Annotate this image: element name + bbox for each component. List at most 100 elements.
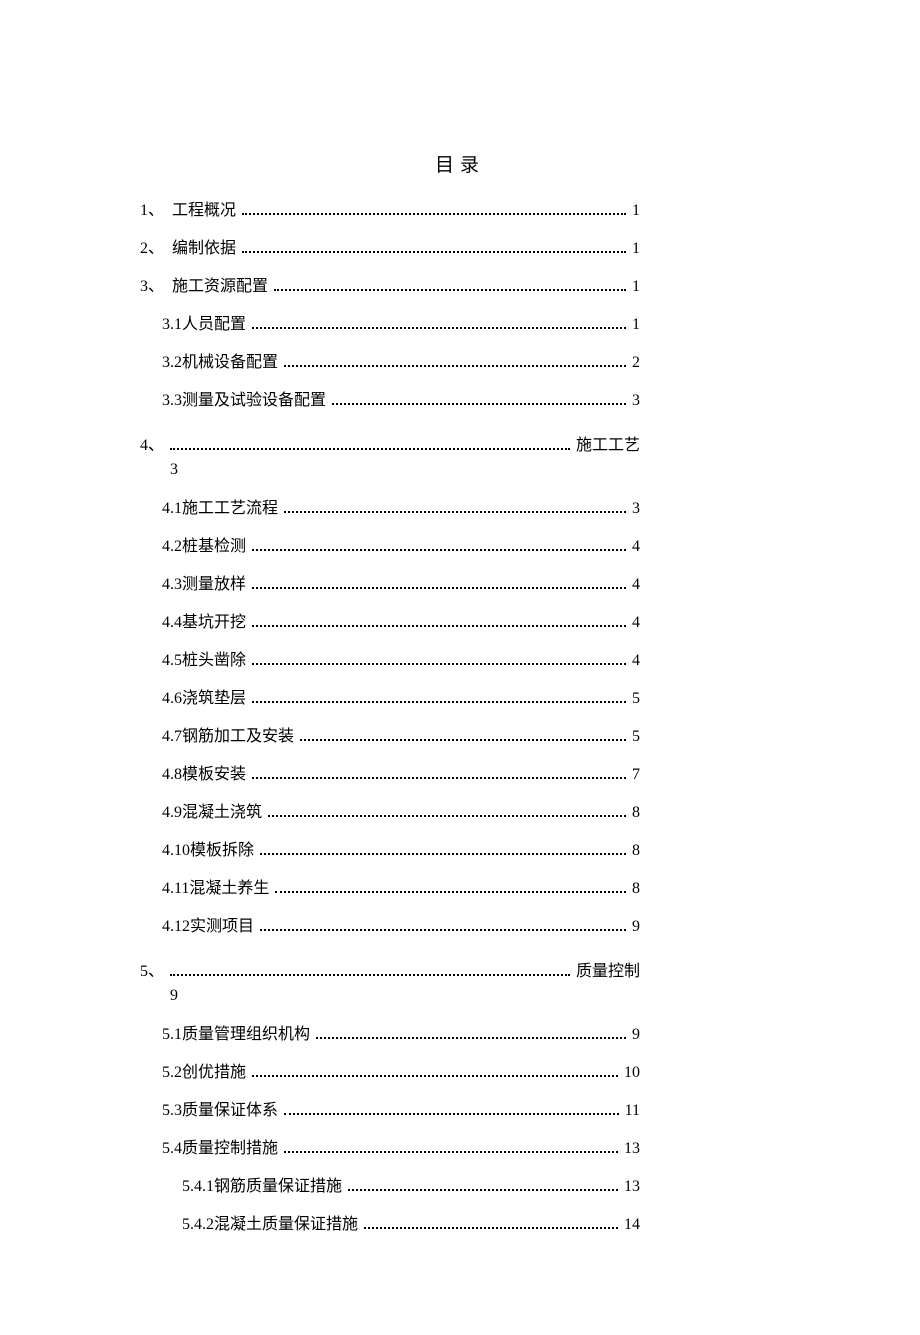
toc-page: 13: [624, 1179, 640, 1195]
toc-leader-dots: [260, 853, 626, 855]
toc-leader-dots: [252, 587, 626, 589]
toc-number: 5、: [140, 957, 164, 981]
toc-entry: 5.4质量控制措施 13: [140, 1141, 640, 1157]
toc-label: 4.9混凝土浇筑: [162, 805, 262, 821]
toc-page: 5: [632, 691, 640, 707]
toc-entry: 3.3测量及试验设备配置 3: [140, 393, 640, 409]
toc-entry: 3.1人员配置 1: [140, 317, 640, 333]
toc-page: 8: [632, 843, 640, 859]
toc-page: 9: [632, 1027, 640, 1043]
toc-page: 8: [632, 805, 640, 821]
toc-label: 3.2机械设备配置: [162, 355, 278, 371]
toc-label: 4.3测量放样: [162, 577, 246, 593]
toc-number: 3、: [140, 279, 168, 295]
toc-label: 5.4.1钢筋质量保证措施: [182, 1179, 342, 1195]
toc-label: 4.10模板拆除: [162, 843, 254, 859]
toc-leader-dots: [284, 365, 626, 367]
toc-leader-dots: [252, 625, 626, 627]
toc-leader-dots: [274, 289, 626, 291]
toc-label: 4.11混凝土养生: [162, 881, 269, 897]
toc-leader-dots: [284, 511, 626, 513]
toc-leader-dots: [170, 974, 570, 976]
toc-leader-dots: [252, 701, 626, 703]
toc-leader-dots: [284, 1113, 619, 1115]
toc-entry: 4.5桩头凿除 4: [140, 653, 640, 669]
toc-label: 4.5桩头凿除: [162, 653, 246, 669]
toc-page: 8: [632, 881, 640, 897]
toc-leader-dots: [242, 213, 626, 215]
toc-page: 3: [632, 393, 640, 409]
toc-entry: 3.2机械设备配置 2: [140, 355, 640, 371]
toc-entry: 4.1施工工艺流程 3: [140, 501, 640, 517]
toc-label: 4.2桩基检测: [162, 539, 246, 555]
toc-page: 7: [632, 767, 640, 783]
toc-entry: 1、 工程概况 1: [140, 203, 640, 219]
toc-entry: 2、 编制依据 1: [140, 241, 640, 257]
toc-leader-dots: [364, 1227, 618, 1229]
toc-label: 5.1质量管理组织机构: [162, 1027, 310, 1043]
toc-leader-dots: [252, 663, 626, 665]
toc-page: 2: [632, 355, 640, 371]
toc-label: 工程概况: [172, 203, 236, 219]
toc-entry: 5.3质量保证体系11: [140, 1103, 640, 1119]
toc-label: 5.4质量控制措施: [162, 1141, 278, 1157]
toc-entry: 4.3测量放样 4: [140, 577, 640, 593]
toc-entry: 4.9混凝土浇筑 8: [140, 805, 640, 821]
toc-label: 4.12实测项目: [162, 919, 254, 935]
toc-leader-dots: [252, 327, 626, 329]
toc-entry: 4.12实测项目 9: [140, 919, 640, 935]
toc-number: 1、: [140, 203, 168, 219]
toc-leader-dots: [284, 1151, 618, 1153]
toc-leader-dots: [348, 1189, 618, 1191]
toc-page: 4: [632, 577, 640, 593]
toc-page: 3: [140, 461, 640, 479]
toc-label: 编制依据: [172, 241, 236, 257]
toc-entry: 4.8模板安装 7: [140, 767, 640, 783]
toc-page: 13: [624, 1141, 640, 1157]
toc-entry: 5.2创优措施10: [140, 1065, 640, 1081]
toc-page: 9: [632, 919, 640, 935]
toc-entry: 4.4基坑开挖4: [140, 615, 640, 631]
toc-label: 5.3质量保证体系: [162, 1103, 278, 1119]
toc-label: 质量控制: [576, 957, 640, 981]
toc-entry: 5.4.2混凝土质量保证措施14: [140, 1217, 640, 1233]
toc-label: 施工资源配置: [172, 279, 268, 295]
toc-label: 4.1施工工艺流程: [162, 501, 278, 517]
toc-number: 4、: [140, 431, 164, 455]
toc-label: 5.2创优措施: [162, 1065, 246, 1081]
toc-entry: 4.6浇筑垫层5: [140, 691, 640, 707]
toc-leader-dots: [242, 251, 626, 253]
toc-number: 2、: [140, 241, 168, 257]
toc-entry: 4.11混凝土养生 8: [140, 881, 640, 897]
toc-page: 4: [632, 539, 640, 555]
toc-entry: 3、 施工资源配置1: [140, 279, 640, 295]
toc-page: 1: [632, 203, 640, 219]
toc-leader-dots: [332, 403, 626, 405]
toc-page: 3: [632, 501, 640, 517]
toc-leader-dots: [252, 1075, 618, 1077]
document-page: 目录 1、 工程概况 1 2、 编制依据 1 3、 施工资源配置1 3.1人员配置 1 3.2…: [0, 0, 920, 1335]
toc-label: 4.4基坑开挖: [162, 615, 246, 631]
toc-entry: 4、施工工艺3: [140, 431, 640, 479]
toc-leader-dots: [260, 929, 626, 931]
toc-entry: 4.7钢筋加工及安装5: [140, 729, 640, 745]
toc-label: 3.1人员配置: [162, 317, 246, 333]
toc-label: 4.8模板安装: [162, 767, 246, 783]
toc-page: 4: [632, 653, 640, 669]
toc-label: 3.3测量及试验设备配置: [162, 393, 326, 409]
toc-page: 1: [632, 241, 640, 257]
toc-entry: 5.4.1钢筋质量保证措施 13: [140, 1179, 640, 1195]
toc-leader-dots: [275, 891, 626, 893]
toc-leader-dots: [316, 1037, 626, 1039]
toc-entry: 4.2桩基检测 4: [140, 539, 640, 555]
toc-title: 目录: [140, 150, 780, 177]
toc-leader-dots: [170, 448, 570, 450]
toc-page: 1: [632, 317, 640, 333]
toc-leader-dots: [268, 815, 626, 817]
toc-leader-dots: [300, 739, 626, 741]
toc-entry: 5.1质量管理组织机构 9: [140, 1027, 640, 1043]
toc-entry: 4.10模板拆除 8: [140, 843, 640, 859]
toc-page: 9: [140, 987, 640, 1005]
toc-page: 14: [624, 1217, 640, 1233]
toc-leader-dots: [252, 777, 626, 779]
